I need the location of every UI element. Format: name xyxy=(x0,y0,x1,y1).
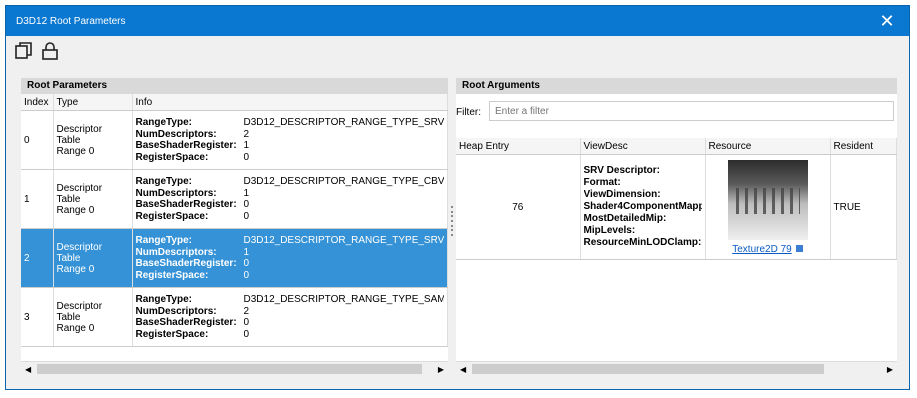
filter-label: Filter: xyxy=(456,107,481,118)
root-parameters-table: Index Type Info 0 Descriptor Table Range … xyxy=(21,94,448,347)
scroll-thumb[interactable] xyxy=(472,364,824,374)
row-type: Descriptor Table Range 0 xyxy=(53,287,133,347)
scroll-right-icon[interactable]: ▶ xyxy=(887,365,893,374)
root-arguments-panel: Root Arguments Filter: Heap Entry ViewDe… xyxy=(456,78,897,377)
row-index: 0 xyxy=(21,110,54,170)
copy-icon[interactable] xyxy=(14,41,34,61)
texture-thumbnail[interactable] xyxy=(727,159,808,240)
column-header-index[interactable]: Index xyxy=(21,94,54,111)
row-index: 1 xyxy=(21,169,54,229)
row-index: 3 xyxy=(21,287,54,347)
column-header-info[interactable]: Info xyxy=(132,94,448,111)
window-title: D3D12 Root Parameters xyxy=(16,16,126,27)
table-row[interactable]: 1 Descriptor Table Range 0 RangeType: D3D1… xyxy=(21,169,448,229)
table-row-selected[interactable]: 2 Descriptor Table Range 0 RangeType: D3D1… xyxy=(21,228,448,288)
column-header-resource[interactable]: Resource xyxy=(705,138,831,155)
table-row[interactable]: 3 Descriptor Table Range 0 RangeType: D3D1… xyxy=(21,287,448,347)
horizontal-scrollbar[interactable]: ◀ ▶ xyxy=(21,361,448,377)
root-parameters-window: D3D12 Root Parameters ✕ Root Parameters … xyxy=(5,5,910,390)
splitter-handle[interactable] xyxy=(450,206,454,236)
toolbar xyxy=(6,37,909,67)
root-arguments-header: Root Arguments xyxy=(456,78,897,94)
close-icon[interactable]: ✕ xyxy=(877,11,897,31)
column-header-viewdesc[interactable]: ViewDesc xyxy=(580,138,706,155)
table-header-row: Heap Entry ViewDesc Resource Resident xyxy=(456,138,897,155)
heap-entry-cell: 76 xyxy=(456,154,581,260)
table-row[interactable]: 76 SRV Descriptor: Format: ViewDimension… xyxy=(456,154,897,260)
table-row[interactable]: 0 Descriptor Table Range 0 RangeType: D3D1… xyxy=(21,110,448,170)
row-info: RangeType: D3D12_DESCRIPTOR_RANGE_TYPE_CB… xyxy=(132,169,448,229)
filter-input[interactable] xyxy=(489,101,894,121)
lock-icon[interactable] xyxy=(40,41,60,61)
column-header-heap-entry[interactable]: Heap Entry xyxy=(456,138,581,155)
viewdesc-cell: SRV Descriptor: Format: ViewDimension: S… xyxy=(580,154,706,260)
table-header-row: Index Type Info xyxy=(21,94,448,111)
column-header-resident[interactable]: Resident xyxy=(830,138,897,155)
root-parameters-header: Root Parameters xyxy=(21,78,448,94)
root-parameters-panel: Root Parameters Index Type Info 0 Descri… xyxy=(21,78,448,377)
root-arguments-table: Heap Entry ViewDesc Resource Resident 76… xyxy=(456,138,897,260)
row-info: RangeType: D3D12_DESCRIPTOR_RANGE_TYPE_SR… xyxy=(132,110,448,170)
row-info: RangeType: D3D12_DESCRIPTOR_RANGE_TYPE_SR… xyxy=(132,228,448,288)
horizontal-scrollbar[interactable]: ◀ ▶ xyxy=(456,361,897,377)
external-link-icon[interactable] xyxy=(795,244,803,252)
row-index: 2 xyxy=(21,228,54,288)
row-type: Descriptor Table Range 0 xyxy=(53,110,133,170)
scroll-thumb[interactable] xyxy=(37,364,422,374)
row-type: Descriptor Table Range 0 xyxy=(53,169,133,229)
resource-cell: Texture2D 79 xyxy=(705,154,831,260)
texture-link[interactable]: Texture2D 79 xyxy=(732,244,791,255)
column-header-type[interactable]: Type xyxy=(53,94,133,111)
filter-row: Filter: xyxy=(456,98,897,126)
row-info: RangeType: D3D12_DESCRIPTOR_RANGE_TYPE_SA… xyxy=(132,287,448,347)
resident-cell: TRUE xyxy=(830,154,897,260)
scroll-left-icon[interactable]: ◀ xyxy=(460,365,466,374)
scroll-right-icon[interactable]: ▶ xyxy=(438,365,444,374)
title-bar: D3D12 Root Parameters ✕ xyxy=(6,6,909,36)
scroll-left-icon[interactable]: ◀ xyxy=(25,365,31,374)
row-type: Descriptor Table Range 0 xyxy=(53,228,133,288)
